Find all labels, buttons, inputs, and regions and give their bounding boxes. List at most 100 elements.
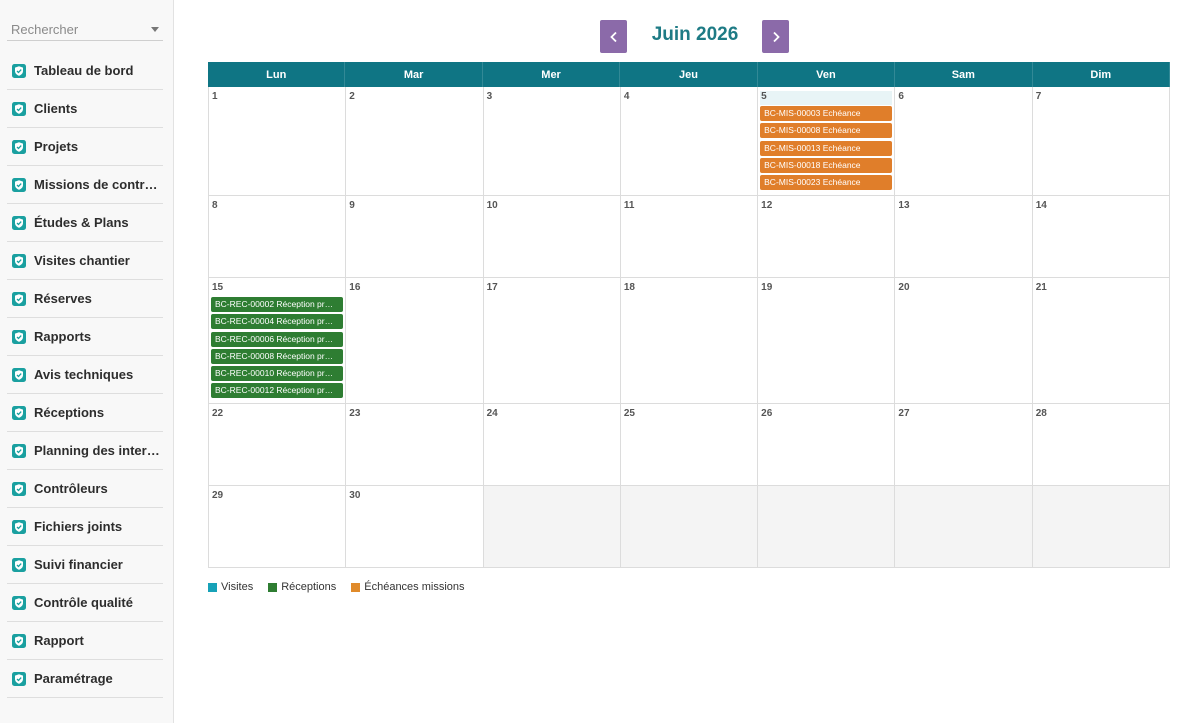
sidebar-item-suivi-financier[interactable]: Suivi financier (7, 546, 163, 584)
day-cell[interactable]: 25 (620, 404, 759, 486)
day-cell[interactable]: 20 (895, 278, 1033, 404)
day-cell[interactable]: 26 (758, 404, 896, 486)
sidebar-item-missions-de-controle[interactable]: Missions de contrôle (7, 166, 163, 204)
reception-event[interactable]: BC-REC-00004 Réception pr… (211, 314, 344, 330)
day-cell[interactable]: 18 (620, 278, 759, 404)
legend-label: Réceptions (281, 581, 337, 593)
legend-label: Échéances missions (364, 581, 465, 593)
day-cell[interactable]: 24 (483, 404, 621, 486)
sidebar-menu: Tableau de bord Clients Projets Missions de… (7, 52, 163, 698)
sidebar-item-controle-qualite[interactable]: Contrôle qualité (7, 584, 163, 622)
day-number (897, 490, 1029, 504)
day-cell[interactable]: 17 (483, 278, 621, 404)
sidebar-item-projets[interactable]: Projets (7, 128, 163, 166)
sidebar-item-visites-chantier[interactable]: Visites chantier (7, 242, 163, 280)
day-number: 1 (212, 91, 218, 102)
day-cell[interactable]: 9 (346, 196, 484, 278)
mission-deadline-event[interactable]: BC-MIS-00003 Echéance (760, 106, 893, 121)
shield-check-icon (12, 405, 26, 420)
day-cell[interactable]: 10 (483, 196, 621, 278)
day-cell[interactable]: 2 (346, 87, 484, 196)
day-number: 28 (1035, 408, 1047, 419)
search-input[interactable] (7, 18, 142, 40)
day-cell-empty (1032, 486, 1170, 568)
day-cell[interactable]: 22 (209, 404, 347, 486)
day-cell[interactable]: 29 (209, 486, 347, 568)
sidebar-item-clients[interactable]: Clients (7, 90, 163, 128)
day-cell[interactable]: 7 (1032, 87, 1170, 196)
legend-item: Visites (208, 581, 253, 593)
legend-swatch (351, 582, 361, 592)
shield-check-icon (12, 367, 26, 382)
chevron-down-icon[interactable] (151, 27, 159, 32)
day-number: 19 (761, 282, 773, 293)
sidebar-item-avis-techniques[interactable]: Avis techniques (7, 356, 163, 394)
day-cell[interactable]: 15 BC-REC-00002 Réception pr… BC-REC-00004… (209, 278, 347, 404)
day-number: 17 (486, 282, 498, 293)
sidebar-item-label: Clients (34, 101, 78, 116)
day-cell[interactable]: 6 (895, 87, 1033, 196)
reception-event[interactable]: BC-REC-00002 Réception pr… (211, 297, 344, 312)
sidebar-item-label: Réceptions (34, 405, 105, 420)
shield-check-icon (12, 557, 26, 572)
search-box[interactable] (7, 18, 163, 41)
next-month-button[interactable] (762, 20, 789, 53)
day-cell[interactable]: 13 (895, 196, 1033, 278)
calendar-grid: Lun Mar Mer Jeu Ven Sam Dim 1 2 3 4 5 BC-MIS-00003 … (208, 62, 1170, 568)
day-cell[interactable]: 30 (346, 486, 484, 568)
week-row: 8 9 10 11 12 13 14 (208, 196, 1170, 278)
day-number (623, 490, 755, 504)
day-cell[interactable]: 1 (209, 87, 347, 196)
previous-month-button[interactable] (600, 20, 627, 53)
mission-deadline-event[interactable]: BC-MIS-00018 Echéance (760, 157, 893, 173)
shield-check-icon (12, 595, 26, 610)
weekday-lun: Lun (208, 62, 346, 87)
day-number: 26 (761, 408, 773, 419)
day-number: 4 (623, 91, 630, 102)
day-cell[interactable]: 14 (1032, 196, 1170, 278)
reception-event[interactable]: BC-REC-00008 Réception pr… (211, 348, 344, 364)
sidebar-item-controleurs[interactable]: Contrôleurs (7, 470, 163, 508)
sidebar-item-label: Planning des interv… (34, 443, 163, 458)
sidebar: Tableau de bord Clients Projets Missions de… (0, 0, 174, 723)
mission-deadline-event[interactable]: BC-MIS-00008 Echéance (760, 123, 893, 139)
sidebar-item-etudes-plans[interactable]: Études & Plans (7, 204, 163, 242)
shield-check-icon (12, 443, 26, 458)
sidebar-item-planning[interactable]: Planning des interv… (7, 432, 163, 470)
sidebar-item-label: Études & Plans (34, 215, 129, 230)
sidebar-item-reserves[interactable]: Réserves (7, 280, 163, 318)
sidebar-item-tableau-de-bord[interactable]: Tableau de bord (7, 52, 163, 90)
week-row: 29 30 (208, 486, 1170, 568)
sidebar-item-label: Contrôleurs (34, 481, 108, 496)
day-cell[interactable]: 16 (346, 278, 484, 404)
sidebar-item-rapport[interactable]: Rapport (7, 622, 163, 660)
day-cell[interactable]: 23 (346, 404, 484, 486)
day-cell[interactable]: 5 BC-MIS-00003 Echéance BC-MIS-00008 Echéa… (758, 87, 896, 196)
day-cell[interactable]: 12 (758, 196, 896, 278)
sidebar-item-receptions[interactable]: Réceptions (7, 394, 163, 432)
day-number: 11 (623, 200, 635, 211)
sidebar-item-label: Rapport (34, 633, 84, 648)
mission-deadline-event[interactable]: BC-MIS-00023 Echéance (760, 175, 893, 191)
day-cell[interactable]: 28 (1032, 404, 1170, 486)
day-cell[interactable]: 8 (209, 196, 347, 278)
sidebar-item-label: Projets (34, 139, 79, 154)
reception-event[interactable]: BC-REC-00006 Réception pr… (211, 331, 344, 347)
day-cell[interactable]: 27 (895, 404, 1033, 486)
day-cell[interactable]: 11 (620, 196, 759, 278)
weekday-mer: Mer (483, 62, 621, 87)
legend-swatch (208, 582, 217, 592)
day-cell[interactable]: 4 (620, 87, 759, 196)
sidebar-item-parametrage[interactable]: Paramétrage (7, 660, 163, 698)
shield-check-icon (12, 139, 26, 154)
day-cell[interactable]: 21 (1032, 278, 1170, 404)
reception-event[interactable]: BC-REC-00010 Réception pr… (211, 366, 344, 382)
sidebar-item-label: Contrôle qualité (34, 595, 133, 610)
day-cell[interactable]: 19 (758, 278, 896, 404)
day-cell[interactable]: 3 (483, 87, 621, 196)
sidebar-item-rapports[interactable]: Rapports (7, 318, 163, 356)
reception-event[interactable]: BC-REC-00012 Réception pr… (211, 383, 344, 399)
sidebar-item-fichiers-joints[interactable]: Fichiers joints (7, 508, 163, 546)
sidebar-item-label: Fichiers joints (34, 519, 123, 534)
mission-deadline-event[interactable]: BC-MIS-00013 Echéance (760, 140, 893, 156)
